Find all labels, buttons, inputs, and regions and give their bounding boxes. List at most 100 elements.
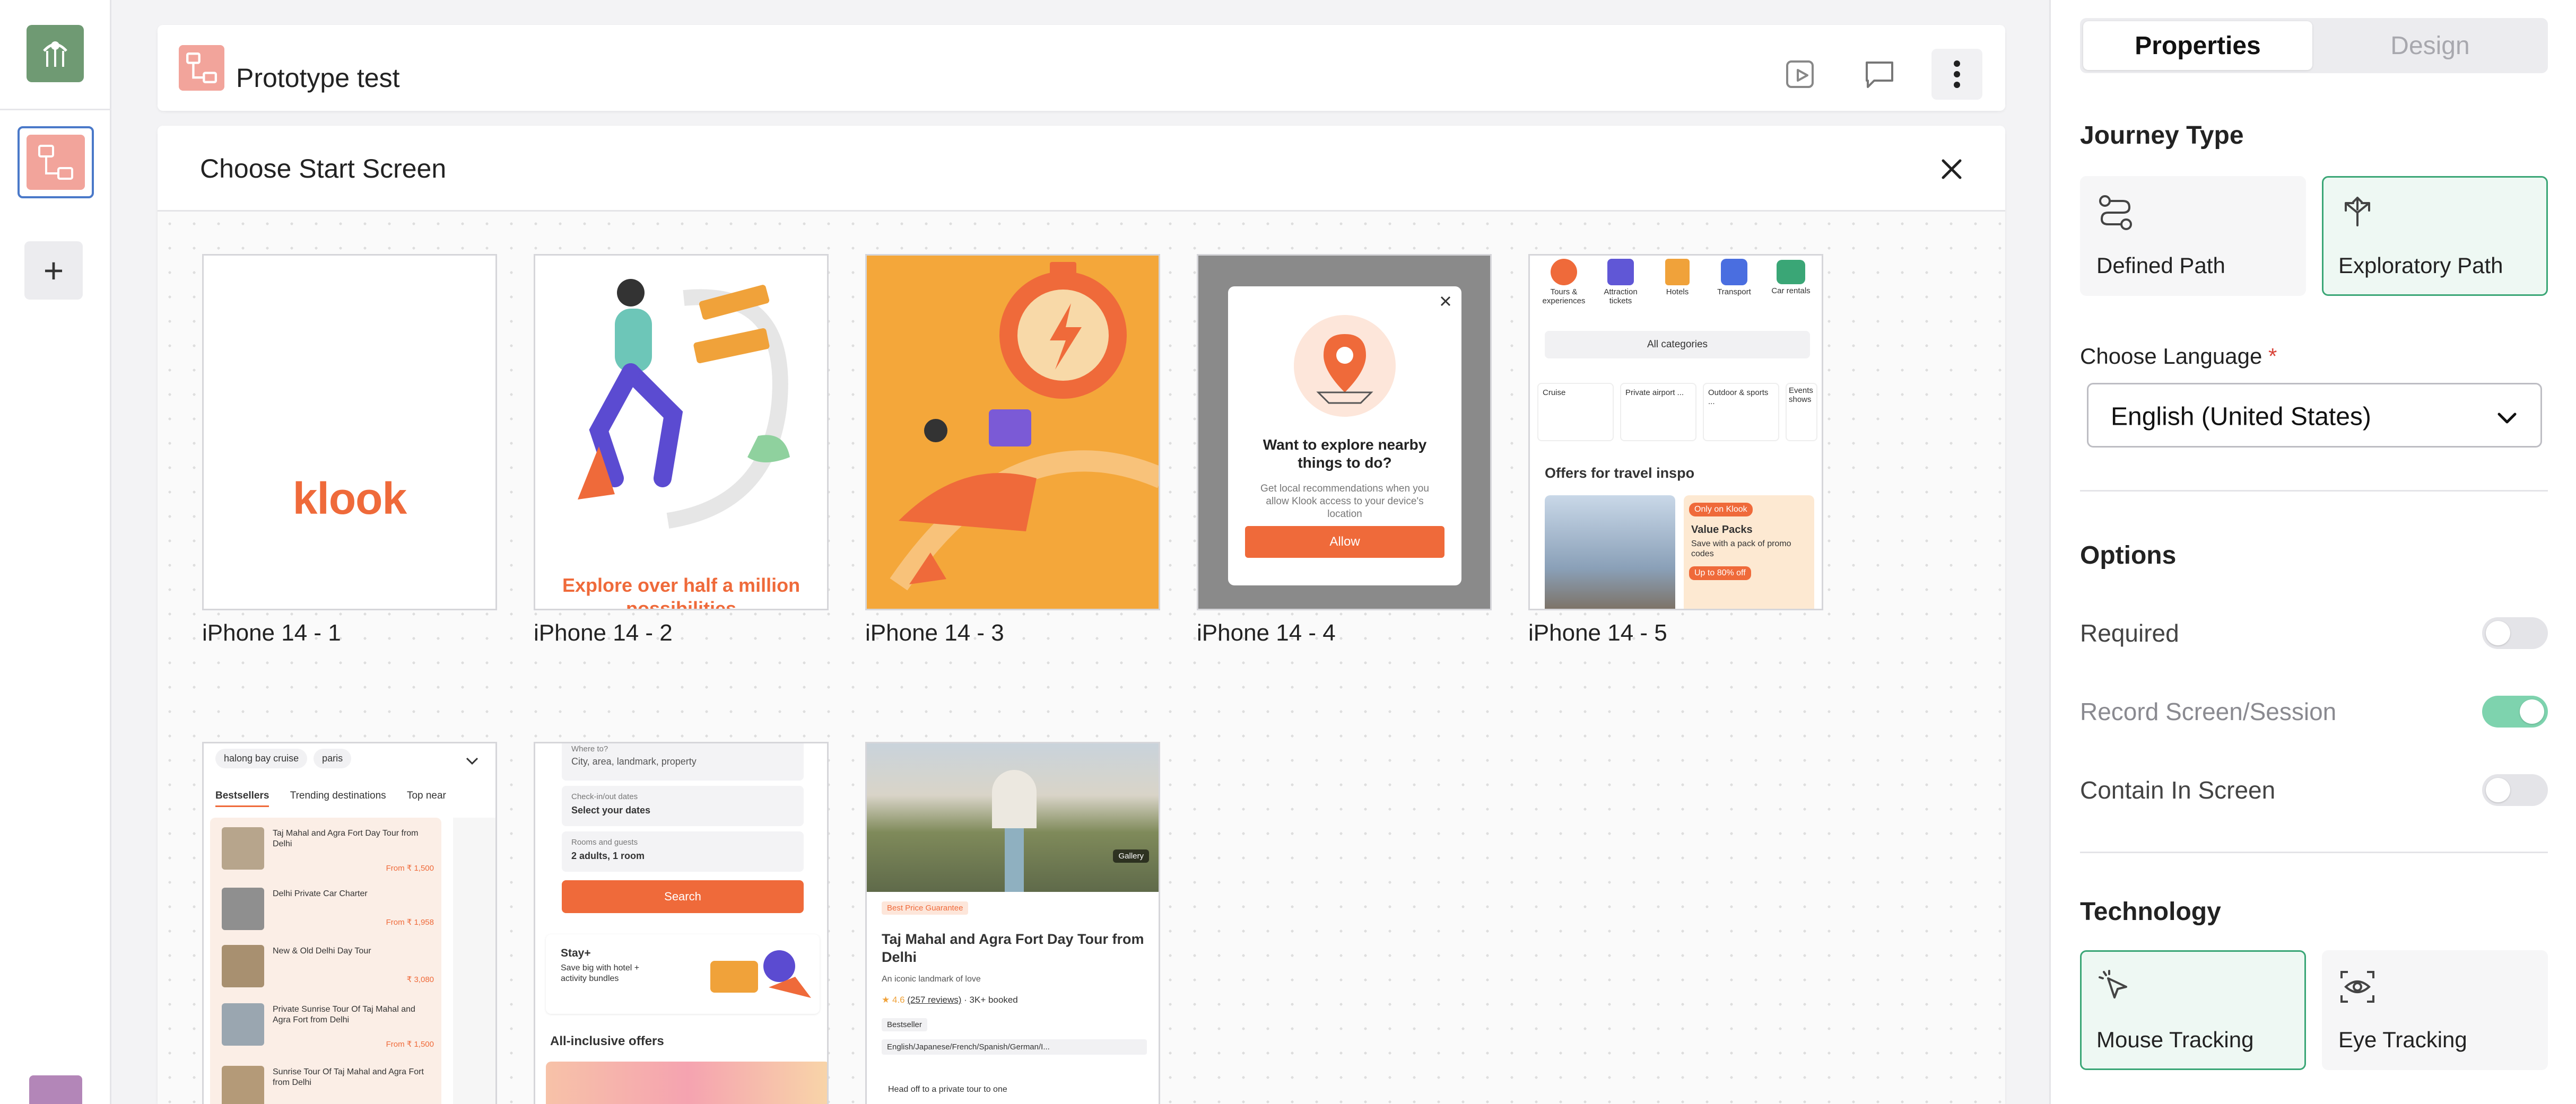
toggle-label: Required — [2080, 619, 2179, 647]
bus-icon — [1721, 259, 1747, 285]
exploratory-path-option[interactable]: Exploratory Path — [2322, 176, 2548, 296]
divider — [2080, 490, 2548, 492]
tab-properties[interactable]: Properties — [2083, 21, 2312, 70]
klook-logo: klook — [292, 474, 407, 523]
screen-preview-text: Explore over half a million possibilitie… — [562, 574, 800, 610]
screen-thumbnail[interactable]: Where to? City, area, landmark, property… — [534, 742, 829, 1104]
location-permission-dialog: Want to explore nearby things to do? Get… — [1228, 286, 1461, 585]
prototype-flow-icon — [27, 135, 85, 190]
cursor-click-icon — [2099, 970, 2127, 998]
eye-tracking-option[interactable]: Eye Tracking — [2322, 950, 2548, 1070]
technology-title: Technology — [2080, 898, 2221, 926]
screen-label: iPhone 14 - 1 — [202, 620, 341, 646]
mouse-tracking-option[interactable]: Mouse Tracking — [2080, 950, 2306, 1070]
eye-scan-icon — [2340, 971, 2374, 1003]
close-icon — [1942, 159, 1962, 179]
panel-header: Choose Start Screen — [158, 126, 2005, 212]
preview-button[interactable] — [1776, 49, 1826, 100]
screen-card-7[interactable]: Where to? City, area, landmark, property… — [534, 742, 829, 1104]
block-title[interactable]: Prototype test — [236, 63, 400, 93]
route-icon — [2099, 195, 2132, 230]
plus-icon: + — [43, 251, 64, 290]
option-label: Eye Tracking — [2338, 1027, 2467, 1052]
screen-card-5[interactable]: Tours & experiences Attraction tickets H… — [1528, 254, 1823, 646]
option-label: Mouse Tracking — [2096, 1027, 2254, 1052]
toggle-label: Contain In Screen — [2080, 776, 2276, 804]
screen-thumbnail[interactable]: Tours & experiences Attraction tickets H… — [1528, 254, 1823, 610]
more-vertical-icon — [1954, 60, 1960, 88]
screens-canvas: klook iPhone 14 - 1 Explore over half a — [158, 212, 2005, 1104]
screen-card-4[interactable]: Want to explore nearby things to do? Get… — [1197, 254, 1492, 646]
language-label: Choose Language * — [2080, 344, 2277, 369]
promo-card: Only on Klook Value Packs Save with a pa… — [1684, 495, 1814, 609]
defined-path-option[interactable]: Defined Path — [2080, 176, 2306, 296]
comment-icon — [1866, 62, 1893, 88]
stay-illustration-icon — [710, 950, 811, 998]
allow-button: Allow — [1245, 526, 1444, 558]
location-pin-icon — [1294, 315, 1396, 417]
screen-label: iPhone 14 - 5 — [1528, 620, 1667, 646]
screen-thumbnail[interactable] — [865, 254, 1160, 610]
comment-button[interactable] — [1854, 49, 1905, 100]
screen-card-6[interactable]: halong bay cruise paris Bestsellers Tren… — [202, 742, 497, 1104]
screen-card-1[interactable]: klook iPhone 14 - 1 — [202, 254, 497, 646]
screen-label: iPhone 14 - 4 — [1197, 620, 1336, 646]
stopwatch-illustration-icon — [890, 262, 1159, 591]
preview-play-icon — [1786, 60, 1814, 88]
screen-card-2[interactable]: Explore over half a million possibilitie… — [534, 254, 829, 646]
required-mark: * — [2268, 344, 2277, 369]
record-screen-toggle[interactable] — [2482, 696, 2548, 728]
divider — [2080, 852, 2548, 853]
dialog-subtitle: Get local recommendations when you allow… — [1260, 483, 1429, 520]
rail-divider — [0, 109, 111, 110]
option-label: Defined Path — [2096, 253, 2225, 278]
close-button[interactable] — [1929, 147, 1974, 191]
screen-thumbnail[interactable]: Gallery Best Price Guarantee Taj Mahal a… — [865, 742, 1160, 1104]
tours-icon — [1551, 259, 1577, 285]
panel-tabs: Properties Design — [2080, 18, 2548, 73]
tab-design[interactable]: Design — [2316, 21, 2545, 70]
left-rail: + — [0, 0, 111, 1104]
panel-title: Choose Start Screen — [200, 154, 447, 183]
language-select[interactable]: English (United States) — [2087, 383, 2542, 448]
screen-thumbnail[interactable]: halong bay cruise paris Bestsellers Tren… — [202, 742, 497, 1104]
travel-photo — [1545, 495, 1675, 609]
options-title: Options — [2080, 541, 2177, 569]
choose-start-screen-panel: Choose Start Screen klook iPhone 14 - 1 — [158, 126, 2005, 1104]
close-icon — [1440, 296, 1451, 306]
explore-arrows-icon — [2345, 197, 2370, 226]
screen-card-3[interactable]: iPhone 14 - 3 — [865, 254, 1160, 646]
chevron-down-icon — [466, 757, 478, 765]
required-toggle-row: Required — [2080, 612, 2548, 654]
screen-thumbnail[interactable]: Explore over half a million possibilitie… — [534, 254, 829, 610]
screen-card-8[interactable]: Gallery Best Price Guarantee Taj Mahal a… — [865, 742, 1160, 1104]
toggle-label: Record Screen/Session — [2080, 698, 2337, 725]
prototype-flow-icon — [179, 45, 224, 91]
dialog-title: Want to explore nearby things to do? — [1263, 436, 1427, 471]
car-icon — [1777, 260, 1805, 284]
screen-label: iPhone 14 - 3 — [865, 620, 1004, 646]
screen-thumbnail[interactable]: Want to explore nearby things to do? Get… — [1197, 254, 1492, 610]
language-value: English (United States) — [2111, 402, 2371, 431]
explorer-illustration-icon — [578, 279, 790, 529]
avatar[interactable] — [29, 1075, 82, 1104]
journey-type-title: Journey Type — [2080, 121, 2244, 150]
ticket-icon — [1607, 259, 1634, 285]
record-screen-toggle-row: Record Screen/Session — [2080, 690, 2548, 733]
workspace-logo-icon[interactable] — [27, 25, 84, 82]
block-header: Prototype test — [158, 25, 2005, 111]
add-block-button[interactable]: + — [24, 241, 83, 300]
prototype-block-button[interactable] — [18, 126, 94, 198]
chevron-down-icon — [2497, 413, 2517, 424]
screen-label: iPhone 14 - 2 — [534, 620, 673, 646]
contain-in-screen-toggle[interactable] — [2482, 774, 2548, 806]
properties-panel: Properties Design Journey Type Defined P… — [2049, 0, 2576, 1104]
hotel-icon — [1665, 259, 1690, 285]
option-label: Exploratory Path — [2338, 253, 2503, 278]
required-toggle[interactable] — [2482, 617, 2548, 649]
more-options-button[interactable] — [1931, 49, 1982, 100]
taj-mahal-photo — [867, 743, 1159, 892]
gallery-badge: Gallery — [1113, 849, 1149, 863]
contain-in-screen-toggle-row: Contain In Screen — [2080, 769, 2548, 811]
screen-thumbnail[interactable]: klook — [202, 254, 497, 610]
